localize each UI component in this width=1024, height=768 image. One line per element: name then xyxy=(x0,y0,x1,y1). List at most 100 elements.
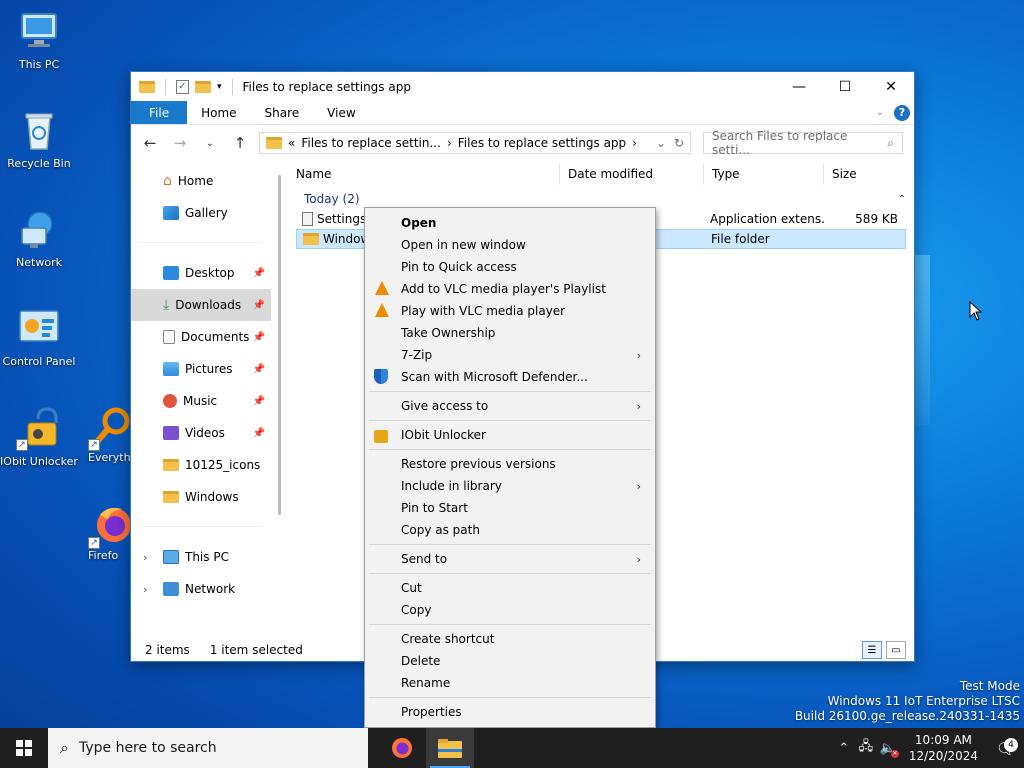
collapse-chevron-icon[interactable]: ⌃ xyxy=(898,194,906,205)
nav-item-pictures[interactable]: Pictures 📌 xyxy=(131,353,271,385)
large-icons-view-icon[interactable]: ▭ xyxy=(886,641,906,659)
network-status-icon[interactable]: 🖧 xyxy=(855,737,877,759)
nav-item-videos[interactable]: Videos 📌 xyxy=(131,417,271,449)
breadcrumb-parent[interactable]: Files to replace settin... xyxy=(301,136,441,150)
refresh-icon[interactable]: ↻ xyxy=(674,136,684,150)
show-hidden-icons-chevron-icon[interactable]: ⌃ xyxy=(833,741,855,756)
nav-label: Downloads xyxy=(175,298,242,312)
desktop-icon-everything[interactable]: ↗ Everyth xyxy=(78,405,138,465)
desktop-icon-network[interactable]: Network xyxy=(0,206,78,270)
column-type[interactable]: Type xyxy=(704,163,824,185)
tab-home[interactable]: Home xyxy=(187,101,250,124)
expand-ribbon-icon[interactable]: ⌄ xyxy=(876,107,884,118)
folder-icon xyxy=(163,491,179,503)
taskbar-search-box[interactable]: ⌕ Type here to search xyxy=(48,728,368,768)
menu-item-vlc-playlist[interactable]: Add to VLC media player's Playlist xyxy=(365,278,655,300)
desktop-icon-iobit-unlocker[interactable]: ↗ IObit Unlocker xyxy=(0,405,78,469)
nav-label: This PC xyxy=(185,550,229,564)
windows-logo-icon xyxy=(16,740,32,756)
menu-item-restore-previous[interactable]: Restore previous versions xyxy=(365,453,655,475)
menu-item-properties[interactable]: Properties xyxy=(365,701,655,723)
menu-item-defender-scan[interactable]: Scan with Microsoft Defender... xyxy=(365,366,655,388)
menu-item-vlc-play[interactable]: Play with VLC media player xyxy=(365,300,655,322)
search-icon: ⌕ xyxy=(887,135,894,150)
menu-item-copy[interactable]: Copy xyxy=(365,599,655,621)
start-button[interactable] xyxy=(0,728,48,768)
taskbar-firefox[interactable] xyxy=(378,728,426,768)
properties-check-icon[interactable]: ✓ xyxy=(176,79,189,94)
help-icon[interactable]: ? xyxy=(894,104,910,121)
nav-item-10125-icons[interactable]: 10125_icons xyxy=(131,449,271,481)
nav-item-documents[interactable]: Documents 📌 xyxy=(131,321,271,353)
nav-item-gallery[interactable]: Gallery xyxy=(131,197,271,229)
menu-item-send-to[interactable]: Send to › xyxy=(365,548,655,570)
menu-item-iobit-unlocker[interactable]: IObit Unlocker xyxy=(365,424,655,446)
close-button[interactable]: ✕ xyxy=(868,72,914,101)
address-bar[interactable]: « Files to replace settin... › Files to … xyxy=(259,132,691,154)
menu-item-pin-start[interactable]: Pin to Start xyxy=(365,497,655,519)
pin-icon: 📌 xyxy=(252,395,266,407)
file-type: File folder xyxy=(711,232,770,246)
details-view-icon[interactable]: ☰ xyxy=(862,641,882,659)
minimize-button[interactable]: — xyxy=(776,72,822,101)
menu-separator xyxy=(369,573,651,574)
group-header[interactable]: Today (2) ⌃ xyxy=(288,189,914,209)
menu-item-include-library[interactable]: Include in library › xyxy=(365,475,655,497)
desktop-icon-this-pc[interactable]: This PC xyxy=(0,8,78,72)
scrollbar-thumb[interactable] xyxy=(278,175,282,515)
desktop-icon-label: IObit Unlocker xyxy=(0,455,78,468)
network-icon xyxy=(163,582,179,596)
nav-item-network[interactable]: › Network xyxy=(131,573,271,605)
new-folder-icon[interactable] xyxy=(195,80,211,93)
back-button[interactable]: ← xyxy=(139,134,161,152)
pictures-icon xyxy=(163,362,179,376)
nav-item-downloads[interactable]: ⤓ Downloads 📌 xyxy=(131,289,272,321)
breadcrumb-overflow[interactable]: « xyxy=(288,136,295,150)
search-input[interactable]: Search Files to replace setti... ⌕ xyxy=(703,129,903,157)
tab-view[interactable]: View xyxy=(313,101,369,124)
taskbar-clock[interactable]: 10:09 AM 12/20/2024 xyxy=(899,732,988,764)
nav-item-desktop[interactable]: Desktop 📌 xyxy=(131,257,271,289)
menu-item-7zip[interactable]: 7-Zip › xyxy=(365,344,655,366)
recent-locations-button[interactable]: ⌄ xyxy=(199,138,221,149)
expand-chevron-icon[interactable]: › xyxy=(143,551,147,564)
desktop-icon-recycle-bin[interactable]: Recycle Bin xyxy=(0,107,78,171)
nav-item-home[interactable]: ⌂ Home xyxy=(131,165,271,197)
menu-item-label: 7-Zip xyxy=(401,348,433,362)
address-dropdown-icon[interactable]: ⌄ xyxy=(656,136,666,150)
maximize-button[interactable]: ☐ xyxy=(822,72,868,101)
expand-chevron-icon[interactable]: › xyxy=(143,583,147,596)
volume-muted-icon[interactable]: 🔈 ✕ xyxy=(877,741,899,758)
nav-pane-scrollbar[interactable] xyxy=(271,161,288,639)
breadcrumb-current[interactable]: Files to replace settings app xyxy=(458,136,626,150)
menu-item-delete[interactable]: Delete xyxy=(365,650,655,672)
menu-item-open[interactable]: Open xyxy=(365,212,655,234)
desktop-icon-control-panel[interactable]: Control Panel xyxy=(0,305,78,369)
nav-item-windows[interactable]: Windows xyxy=(131,481,271,513)
title-bar[interactable]: ✓ ▾ Files to replace settings app — ☐ ✕ xyxy=(131,72,914,101)
menu-item-pin-quick-access[interactable]: Pin to Quick access xyxy=(365,256,655,278)
column-size[interactable]: Size xyxy=(824,163,904,185)
menu-item-cut[interactable]: Cut xyxy=(365,577,655,599)
column-date-modified[interactable]: Date modified xyxy=(560,163,704,185)
music-icon xyxy=(163,394,177,408)
tab-file[interactable]: File xyxy=(131,101,188,124)
menu-item-take-ownership[interactable]: Take Ownership xyxy=(365,322,655,344)
nav-item-this-pc[interactable]: › This PC xyxy=(131,541,271,573)
window-title: Files to replace settings app xyxy=(242,79,411,94)
tab-share[interactable]: Share xyxy=(251,101,314,124)
menu-item-create-shortcut[interactable]: Create shortcut xyxy=(365,628,655,650)
menu-item-copy-as-path[interactable]: Copy as path xyxy=(365,519,655,541)
menu-item-rename[interactable]: Rename xyxy=(365,672,655,694)
qat-dropdown-icon[interactable]: ▾ xyxy=(217,82,222,92)
notification-center-button[interactable]: 🗨 4 xyxy=(988,737,1024,758)
column-name[interactable]: Name xyxy=(288,163,560,185)
up-button[interactable]: ↑ xyxy=(229,134,251,152)
forward-button[interactable]: → xyxy=(169,134,191,152)
watermark-line: Build 26100.ge_release.240331-1435 xyxy=(794,709,1020,723)
taskbar-file-explorer[interactable] xyxy=(426,728,474,768)
menu-item-give-access[interactable]: Give access to › xyxy=(365,395,655,417)
menu-item-open-new-window[interactable]: Open in new window xyxy=(365,234,655,256)
nav-item-music[interactable]: Music 📌 xyxy=(131,385,271,417)
file-size: 589 KB xyxy=(855,212,898,226)
